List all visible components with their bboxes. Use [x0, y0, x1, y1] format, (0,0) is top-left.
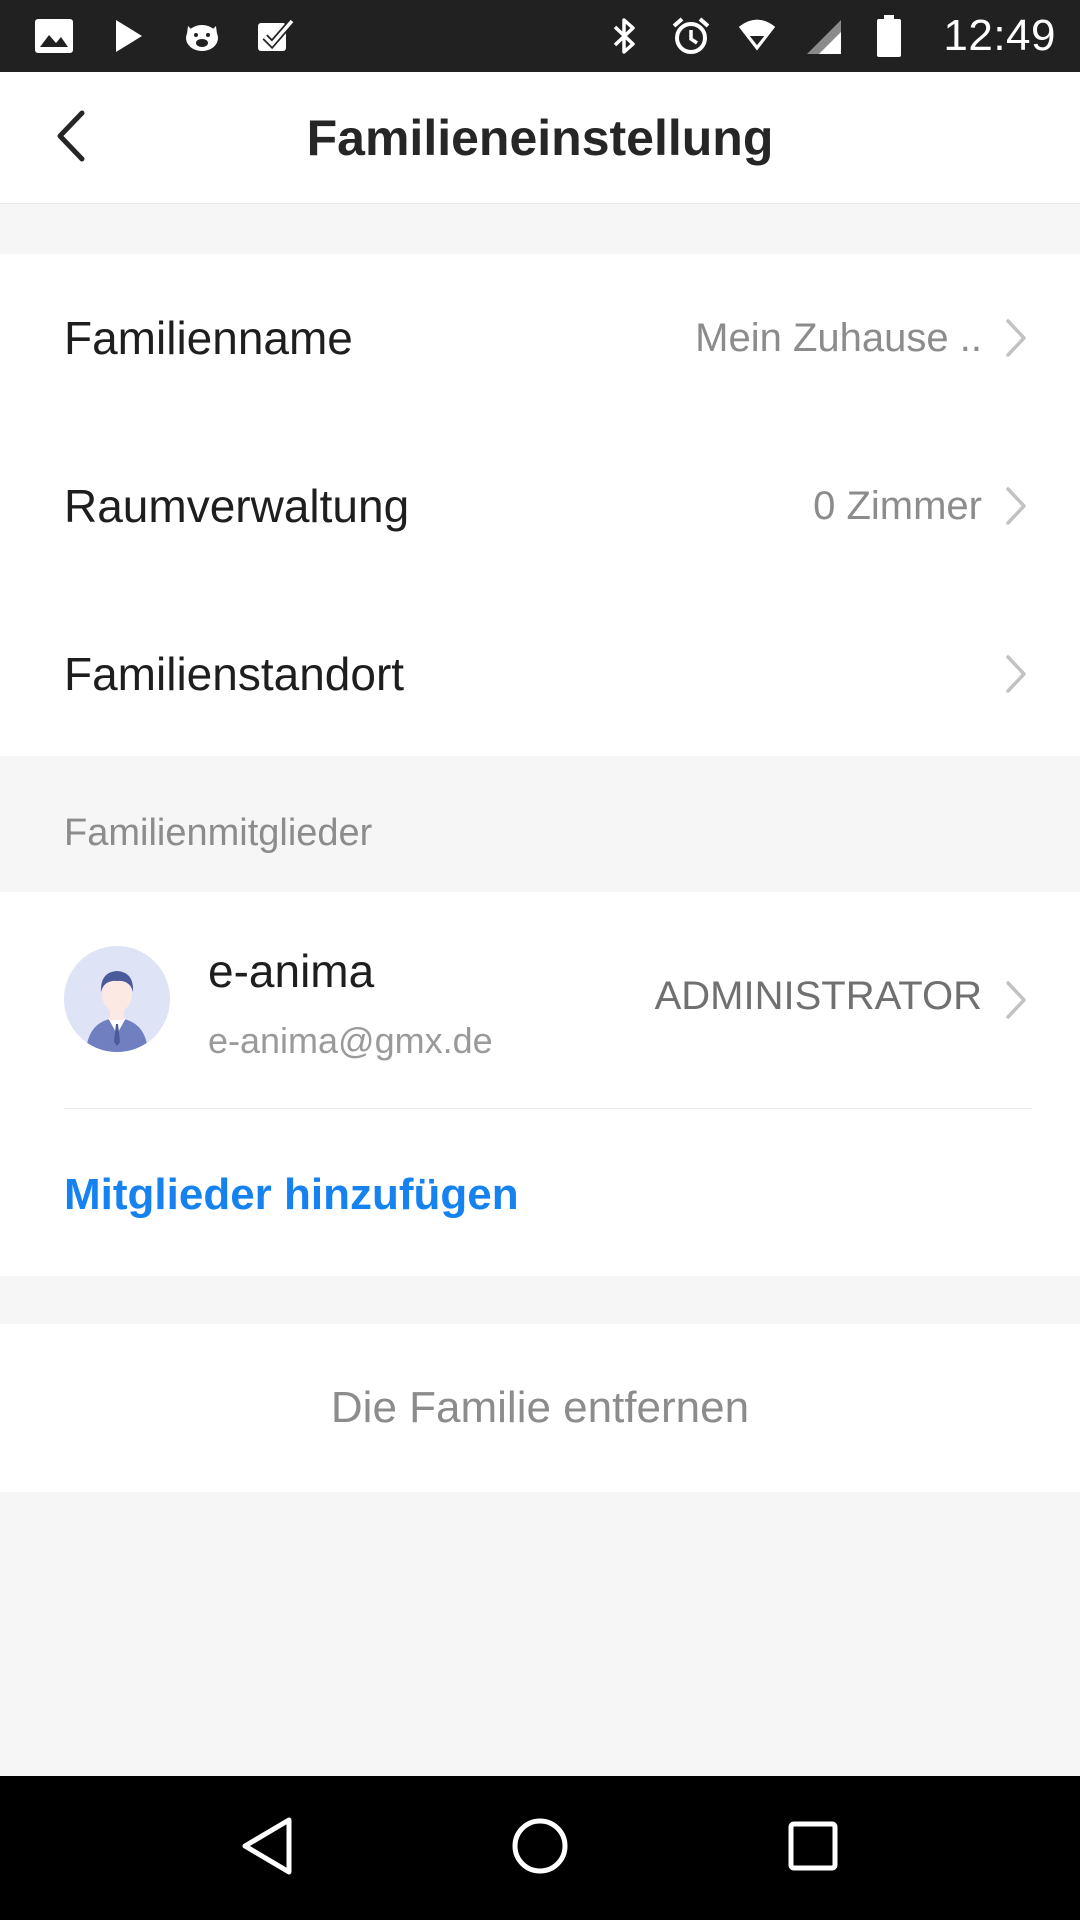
alarm-icon	[671, 16, 711, 56]
chevron-right-icon	[1002, 978, 1030, 1022]
family-name-label: Familienname	[64, 312, 353, 364]
chevron-right-icon	[1002, 484, 1030, 528]
settings-card: Familienname Mein Zuhause .. Raumverwalt…	[0, 254, 1080, 756]
status-bar: 12:49	[0, 0, 1080, 72]
back-triangle-icon	[239, 1816, 295, 1881]
bluetooth-icon	[605, 16, 645, 56]
system-nav-bar	[0, 1776, 1080, 1920]
remove-family-card: Die Familie entfernen	[0, 1324, 1080, 1492]
add-members-button[interactable]: Mitglieder hinzufügen	[64, 1170, 519, 1220]
member-row[interactable]: e-anima e-anima@gmx.de ADMINISTRATOR	[0, 892, 1080, 1108]
image-icon	[34, 16, 74, 56]
cell-signal-icon	[803, 16, 843, 56]
room-management-row[interactable]: Raumverwaltung 0 Zimmer	[0, 422, 1080, 590]
room-count-value: 0 Zimmer	[813, 483, 982, 528]
chevron-right-icon	[1002, 316, 1030, 360]
member-email: e-anima@gmx.de	[208, 1020, 493, 1061]
app-header: Familieneinstellung	[0, 72, 1080, 204]
family-name-row[interactable]: Familienname Mein Zuhause ..	[0, 254, 1080, 422]
home-circle-icon	[510, 1816, 570, 1881]
members-card: e-anima e-anima@gmx.de ADMINISTRATOR Mit…	[0, 892, 1080, 1276]
checkbox-icon	[256, 16, 296, 56]
family-name-value: Mein Zuhause ..	[695, 315, 982, 360]
family-members-section-label: Familienmitglieder	[64, 812, 373, 854]
family-location-row[interactable]: Familienstandort	[0, 590, 1080, 758]
status-bar-right: 12:49	[579, 11, 1056, 61]
family-location-label: Familienstandort	[64, 648, 405, 700]
screen: 12:49 Familieneinstellung Familienname M…	[0, 0, 1080, 1920]
status-time: 12:49	[943, 11, 1056, 60]
chevron-right-icon	[1002, 652, 1030, 696]
avatar	[64, 946, 170, 1052]
pig-icon	[182, 16, 222, 56]
nav-recents-button[interactable]	[768, 1803, 858, 1893]
member-role-badge: ADMINISTRATOR	[654, 974, 982, 1018]
member-name: e-anima	[208, 945, 375, 997]
room-management-label: Raumverwaltung	[64, 480, 410, 532]
recents-square-icon	[787, 1820, 839, 1877]
remove-family-button[interactable]: Die Familie entfernen	[0, 1324, 1080, 1492]
nav-home-button[interactable]	[495, 1803, 585, 1893]
wifi-icon	[737, 16, 777, 56]
nav-back-button[interactable]	[222, 1803, 312, 1893]
page-title: Familieneinstellung	[306, 110, 774, 166]
battery-icon	[869, 15, 909, 57]
divider	[64, 1108, 1032, 1109]
status-bar-left	[34, 16, 330, 56]
play-icon	[108, 16, 148, 56]
